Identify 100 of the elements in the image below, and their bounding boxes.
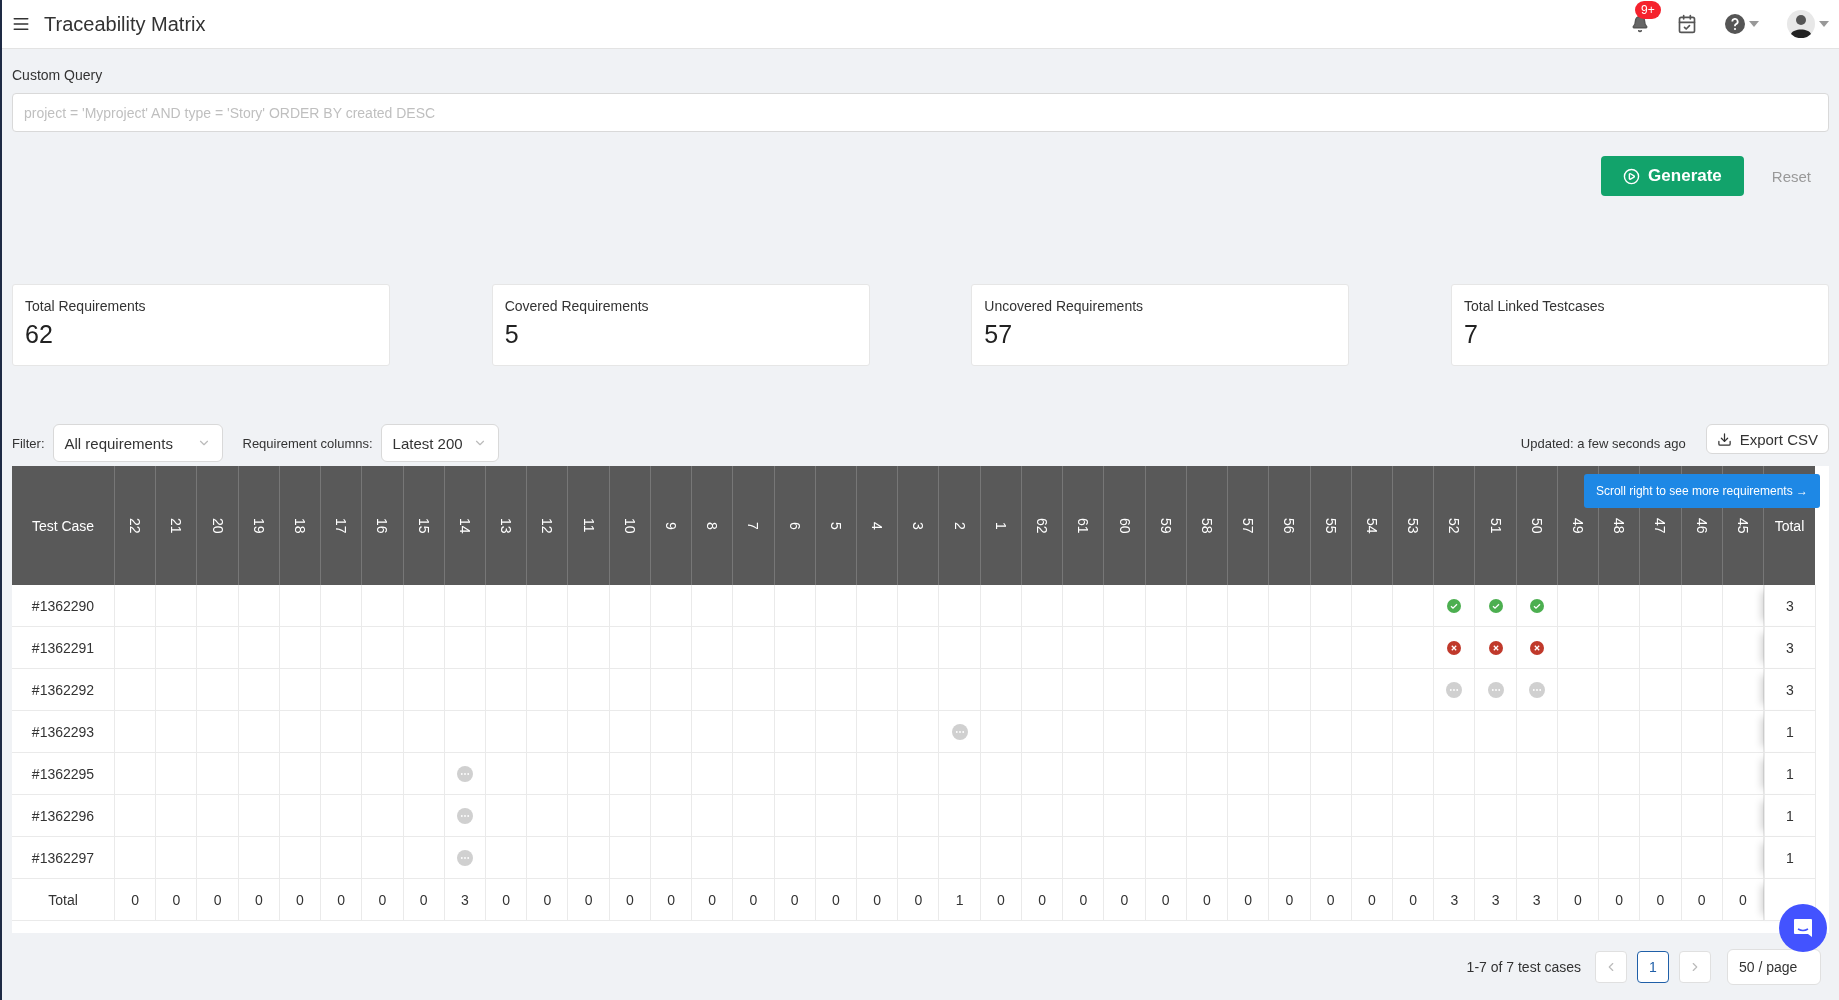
- total-label-cell: Total: [12, 879, 115, 921]
- total-count-cell: 0: [1021, 879, 1064, 921]
- matrix-cell: [1104, 585, 1146, 627]
- column-header: 62: [1021, 466, 1064, 585]
- test-case-cell: #1362292: [12, 669, 115, 711]
- column-header: 19: [238, 466, 280, 585]
- total-count-cell: 0: [692, 879, 734, 921]
- column-header: 4: [857, 466, 899, 585]
- ellipsis-circle-icon: [1487, 681, 1504, 698]
- total-count-cell: 0: [609, 879, 651, 921]
- total-count-cell: 0: [1681, 879, 1723, 921]
- matrix-cell: [444, 585, 486, 627]
- matrix-cell: [815, 585, 858, 627]
- total-count-cell: 0: [1228, 879, 1270, 921]
- test-case-cell: #1362290: [12, 585, 115, 627]
- matrix-cell: [733, 585, 775, 627]
- column-header: 17: [321, 466, 363, 585]
- column-header: 12: [527, 466, 569, 585]
- total-cell: 1: [1764, 711, 1816, 753]
- total-count-cell: 0: [238, 879, 280, 921]
- page-button[interactable]: 1: [1637, 951, 1669, 983]
- help-icon[interactable]: [1725, 14, 1745, 34]
- total-count-cell: 0: [1310, 879, 1352, 921]
- matrix-cell: [1722, 795, 1764, 837]
- matrix-cell: [898, 585, 940, 627]
- test-case-cell: #1362295: [12, 753, 115, 795]
- query-field[interactable]: project = 'Myproject' AND type = 'Story' ORDER BY created DESC: [12, 93, 1829, 132]
- matrix-cell: [1269, 585, 1311, 627]
- matrix-cell: [1228, 585, 1270, 627]
- x-circle-icon: [1529, 640, 1544, 655]
- notification-count: 9+: [1635, 1, 1661, 19]
- test-case-cell: #1362297: [12, 837, 115, 879]
- column-header: 5: [815, 466, 858, 585]
- matrix-cell: [1722, 753, 1764, 795]
- column-header: 22: [115, 466, 157, 585]
- column-header: 51: [1475, 466, 1517, 585]
- total-count-cell: 0: [321, 879, 363, 921]
- ellipsis-circle-icon: [1528, 681, 1545, 698]
- export-button[interactable]: Export CSV: [1705, 424, 1829, 454]
- matrix-cell: [1722, 627, 1764, 669]
- column-header: 50: [1516, 466, 1558, 585]
- total-count-cell: 0: [1186, 879, 1229, 921]
- matrix-cell: [115, 585, 157, 627]
- check-circle-icon: [1529, 598, 1544, 613]
- column-header: 6: [774, 466, 816, 585]
- play-icon: [1623, 167, 1641, 185]
- ellipsis-circle-icon: [456, 807, 473, 824]
- matrix-cell: [403, 585, 445, 627]
- matrix-cell: [1310, 585, 1352, 627]
- columns-select[interactable]: Latest 200: [380, 424, 499, 462]
- check-circle-icon: [1447, 598, 1462, 613]
- total-count-cell: 3: [1434, 879, 1476, 921]
- column-header: 56: [1269, 466, 1311, 585]
- matrix-cell: [1640, 585, 1682, 627]
- ellipsis-circle-icon: [456, 765, 473, 782]
- total-count-cell: 0: [486, 879, 528, 921]
- column-header: 10: [609, 466, 651, 585]
- total-count-cell: 3: [1475, 879, 1517, 921]
- ellipsis-circle-icon: [456, 849, 473, 866]
- bell-icon[interactable]: [1631, 15, 1649, 33]
- column-header: 15: [403, 466, 445, 585]
- total-count-cell: 0: [898, 879, 940, 921]
- page-size-select[interactable]: 50 / page: [1727, 949, 1821, 985]
- test-case-cell: #1362291: [12, 627, 115, 669]
- matrix-cell: [527, 585, 569, 627]
- total-count-cell: 0: [1269, 879, 1311, 921]
- menu-icon[interactable]: [12, 15, 30, 33]
- column-header: 9: [650, 466, 693, 585]
- column-header: Test Case: [12, 466, 115, 585]
- total-count-cell: 0: [527, 879, 569, 921]
- total-count-cell: 0: [650, 879, 693, 921]
- column-header: 55: [1310, 466, 1352, 585]
- ellipsis-circle-icon: [951, 723, 968, 740]
- matrix-cell: [857, 585, 899, 627]
- matrix-cell: [1021, 585, 1064, 627]
- matrix-cell: [609, 585, 651, 627]
- total-count-cell: 0: [1640, 879, 1682, 921]
- matrix-cell: [197, 585, 239, 627]
- column-header: 52: [1434, 466, 1476, 585]
- total-count-cell: 0: [1145, 879, 1187, 921]
- field-label: Custom Query: [12, 67, 104, 83]
- total-count-cell: 0: [857, 879, 899, 921]
- total-cell: 3: [1764, 669, 1816, 711]
- matrix-cell: [939, 585, 981, 627]
- matrix-cell: [238, 585, 280, 627]
- matrix-cell: [1722, 669, 1764, 711]
- check-circle-icon: [1488, 598, 1503, 613]
- filter-select[interactable]: All requirements: [52, 424, 223, 462]
- calendar-check-icon[interactable]: [1677, 14, 1697, 34]
- column-header: 8: [692, 466, 734, 585]
- column-header: 54: [1351, 466, 1393, 585]
- stat-label: Total Requirements: [25, 298, 147, 314]
- total-count-cell: 0: [1599, 879, 1641, 921]
- total-count-cell: 0: [403, 879, 445, 921]
- column-header: 59: [1145, 466, 1187, 585]
- matrix-cell: [1145, 585, 1187, 627]
- avatar-icon[interactable]: [1787, 10, 1815, 38]
- matrix-cell: [156, 585, 198, 627]
- column-header: 2: [939, 466, 981, 585]
- matrix-cell: [362, 585, 404, 627]
